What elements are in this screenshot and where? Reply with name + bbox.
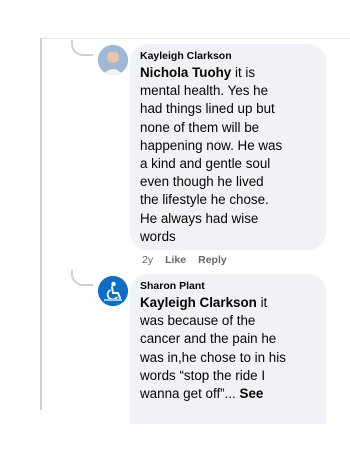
comment-text-line: words	[140, 228, 176, 244]
comment-text-line: happening now. He was	[140, 137, 283, 153]
comment-text: Nichola Tuohy it is mental health. Yes h…	[140, 64, 316, 246]
comment-text-line: was in,he chose to in his	[140, 349, 286, 365]
reply-connector	[71, 270, 93, 286]
wheelchair-logo-icon	[98, 276, 128, 306]
thread-line	[40, 38, 42, 410]
comment-actions: 2y Like Reply	[142, 254, 227, 266]
comment-text-line: words “stop the ride I	[140, 367, 266, 383]
comment-text-line: mental health. Yes he	[140, 83, 269, 99]
comment-text-line: a kind and gentle soul	[140, 156, 271, 172]
comment-text-line: cancer and the pain he	[140, 331, 277, 347]
comment-text-line: it is	[235, 65, 256, 80]
comment-text: Kayleigh Clarkson it was because of the …	[140, 294, 316, 403]
comment-text-line: the lifestyle he chose.	[140, 192, 269, 208]
comment-author[interactable]: Sharon Plant	[140, 280, 316, 293]
see-more-link[interactable]: See	[240, 386, 264, 401]
reply-connector	[71, 40, 93, 56]
profile-photo-icon	[98, 45, 128, 75]
comment-age[interactable]: 2y	[142, 254, 153, 266]
comment-text-line: was because of the	[140, 313, 256, 329]
comment-text-line: He always had wise	[140, 210, 259, 226]
avatar[interactable]	[98, 45, 128, 75]
comment-text-line: wanna get off”...	[140, 386, 236, 402]
reply-button[interactable]: Reply	[198, 254, 227, 266]
divider	[40, 38, 350, 39]
comment-author[interactable]: Kayleigh Clarkson	[140, 50, 316, 63]
comment-text-line: even though he lived	[140, 174, 264, 190]
comment-text-line: it	[260, 295, 268, 310]
mention-link[interactable]: Nichola Tuohy	[140, 65, 231, 80]
comment-text-line: had things lined up but	[140, 101, 275, 117]
comment-bubble: Kayleigh Clarkson Nichola Tuohy it is me…	[130, 44, 326, 250]
comment-text-line: none of them will be	[140, 119, 260, 135]
mention-link[interactable]: Kayleigh Clarkson	[140, 295, 257, 310]
comment-bubble: Sharon Plant Kayleigh Clarkson it was be…	[130, 274, 326, 424]
avatar[interactable]	[98, 276, 128, 306]
like-button[interactable]: Like	[165, 254, 186, 266]
